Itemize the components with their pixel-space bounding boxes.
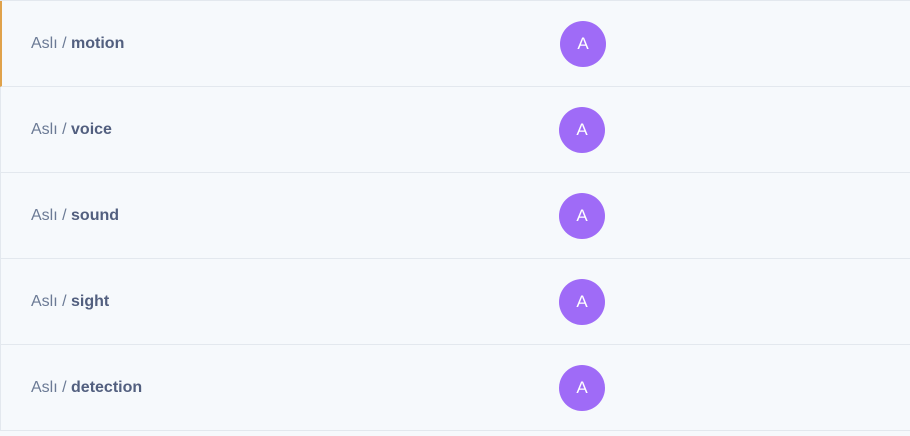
label-topic: detection bbox=[71, 378, 143, 396]
row-label: Aslı / voice bbox=[31, 121, 112, 139]
label-prefix: Aslı bbox=[31, 206, 58, 224]
row-label: Aslı / sight bbox=[31, 293, 109, 311]
list-item[interactable]: Aslı / voice A bbox=[0, 87, 910, 173]
label-prefix: Aslı bbox=[31, 120, 58, 138]
label-separator: / bbox=[62, 206, 67, 224]
label-topic: sound bbox=[71, 206, 120, 224]
label-prefix: Aslı bbox=[31, 34, 58, 52]
row-label: Aslı / detection bbox=[31, 379, 142, 397]
label-topic: motion bbox=[71, 34, 125, 52]
avatar[interactable]: A bbox=[559, 192, 605, 239]
item-list: Aslı / motion A Aslı / voice A Aslı / so… bbox=[0, 0, 910, 436]
label-topic: sight bbox=[71, 292, 110, 310]
label-topic: voice bbox=[71, 120, 112, 138]
avatar[interactable]: A bbox=[559, 364, 605, 411]
row-label: Aslı / sound bbox=[31, 207, 119, 225]
label-separator: / bbox=[62, 378, 67, 396]
label-prefix: Aslı bbox=[31, 292, 58, 310]
list-item[interactable]: Aslı / sound A bbox=[0, 173, 910, 259]
label-prefix: Aslı bbox=[31, 378, 58, 396]
row-label: Aslı / motion bbox=[31, 35, 124, 53]
label-separator: / bbox=[62, 120, 67, 138]
list-item[interactable]: Aslı / sight A bbox=[0, 259, 910, 345]
avatar[interactable]: A bbox=[559, 106, 605, 153]
list-item[interactable]: Aslı / detection A bbox=[0, 345, 910, 431]
label-separator: / bbox=[62, 292, 67, 310]
avatar[interactable]: A bbox=[560, 20, 606, 67]
label-separator: / bbox=[62, 34, 67, 52]
list-item[interactable]: Aslı / motion A bbox=[0, 1, 910, 87]
avatar[interactable]: A bbox=[559, 278, 605, 325]
